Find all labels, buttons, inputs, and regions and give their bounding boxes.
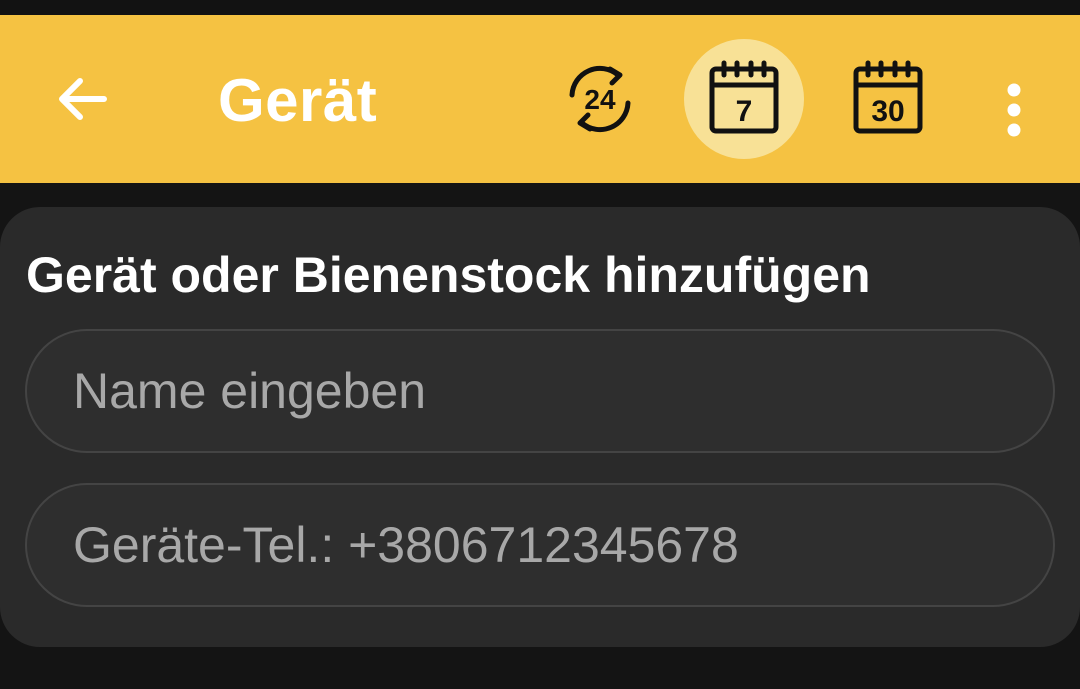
range-30d-label: 30 [871, 95, 904, 128]
phone-field[interactable] [25, 483, 1055, 607]
range-24h-button[interactable]: 24 [540, 39, 660, 159]
calendar-30-icon: 30 [848, 59, 928, 139]
range-7d-button[interactable]: 7 [684, 39, 804, 159]
name-input[interactable] [73, 331, 1013, 451]
status-bar [0, 0, 1080, 15]
range-7d-label: 7 [736, 95, 753, 128]
card-title: Gerät oder Bienenstock hinzufügen [26, 247, 871, 303]
arrow-left-icon [56, 77, 108, 121]
app-bar: Gerät 24 7 30 [0, 15, 1080, 183]
overflow-menu-button[interactable] [984, 65, 1044, 155]
range-24h-label: 24 [584, 84, 616, 115]
phone-input[interactable] [73, 485, 1013, 605]
page-title: Gerät [218, 67, 378, 134]
add-device-card: Gerät oder Bienenstock hinzufügen [0, 207, 1080, 647]
more-vertical-icon [1004, 82, 1024, 138]
back-button[interactable] [44, 61, 120, 137]
calendar-7-icon: 7 [704, 59, 784, 139]
range-30d-button[interactable]: 30 [828, 39, 948, 159]
name-field[interactable] [25, 329, 1055, 453]
refresh-24h-icon: 24 [560, 59, 640, 139]
